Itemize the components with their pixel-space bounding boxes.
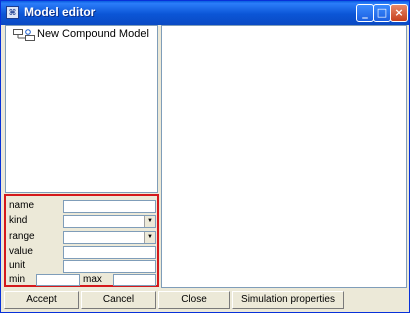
value-label: value [9, 246, 33, 257]
model-tree[interactable]: New Compound Model [5, 25, 158, 193]
range-label: range [9, 231, 35, 242]
unit-label: unit [9, 260, 26, 271]
unit-field[interactable] [63, 260, 156, 273]
compound-model-icon [13, 29, 35, 41]
kind-select[interactable]: ▼ [63, 215, 156, 228]
minimize-button[interactable]: _ [356, 4, 374, 22]
model-canvas[interactable] [161, 25, 407, 288]
app-icon[interactable]: ⌘ [6, 6, 19, 19]
chevron-down-icon[interactable]: ▼ [144, 216, 155, 227]
cancel-button[interactable]: Cancel [81, 291, 156, 309]
tree-item-label: New Compound Model [37, 28, 149, 40]
kind-label: kind [9, 215, 28, 226]
accept-button[interactable]: Accept [4, 291, 79, 309]
properties-panel: name kind ▼ range ▼ value unit min max [4, 194, 159, 287]
min-label: min [9, 274, 26, 285]
title-bar[interactable]: ⌘ Model editor _ □ × [1, 1, 409, 25]
window-title: Model editor [24, 5, 96, 19]
maximize-button[interactable]: □ [373, 4, 391, 22]
chevron-down-icon[interactable]: ▼ [144, 232, 155, 243]
value-field[interactable] [63, 246, 156, 259]
name-label: name [9, 200, 35, 211]
model-editor-window: ⌘ Model editor _ □ × New Compound Model … [0, 0, 410, 313]
close-window-button[interactable]: × [390, 4, 408, 22]
close-button[interactable]: Close [158, 291, 230, 309]
max-field[interactable] [113, 274, 156, 286]
range-select[interactable]: ▼ [63, 231, 156, 244]
max-label: max [83, 274, 102, 285]
min-field[interactable] [36, 274, 80, 286]
name-field[interactable] [63, 200, 156, 213]
simulation-properties-button[interactable]: Simulation properties [232, 291, 344, 309]
